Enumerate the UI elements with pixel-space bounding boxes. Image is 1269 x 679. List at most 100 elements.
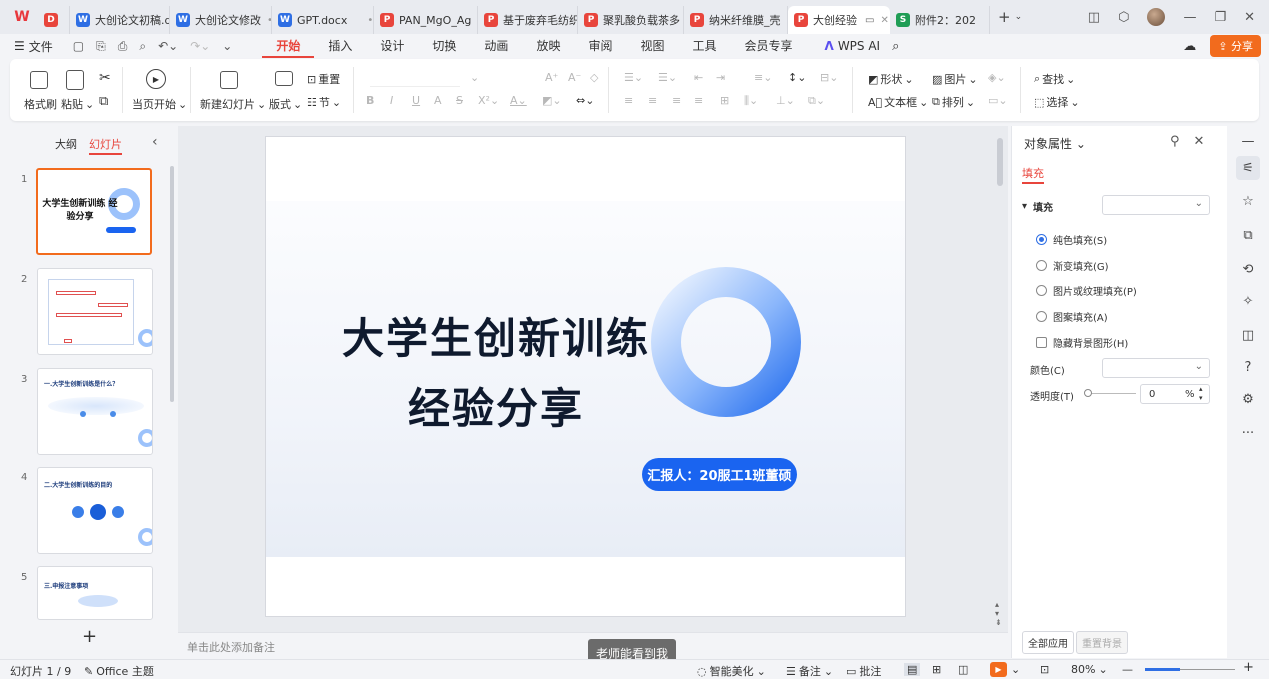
cut-icon[interactable]: ✂ xyxy=(99,70,111,86)
layout-button[interactable]: 版式 ⌄ xyxy=(269,96,302,112)
print-icon[interactable]: ⎙ xyxy=(118,39,128,54)
new-slide-button[interactable]: 新建幻灯片 ⌄ xyxy=(200,96,266,112)
cloud-sync-icon[interactable]: ☁ xyxy=(1183,39,1196,54)
smartart-icon[interactable]: ⧉⌄ xyxy=(808,94,825,108)
fill-type-dropdown[interactable]: ⌄ xyxy=(1102,195,1210,215)
restore-icon[interactable]: ❐ xyxy=(1214,10,1226,25)
vertical-align-icon[interactable]: ⊥⌄ xyxy=(776,94,795,107)
color-dropdown[interactable]: ⌄ xyxy=(1102,358,1210,378)
tab-fill[interactable]: 填充 xyxy=(1022,165,1044,184)
zoom-in-icon[interactable]: + xyxy=(1243,660,1254,675)
tab-doc-1[interactable]: W 大创论文修改 • xyxy=(170,6,272,34)
tab-doc-7-active[interactable]: P 大创经验 ▭ ✕ xyxy=(788,6,890,34)
highlight-icon[interactable]: ◩⌄ xyxy=(542,94,562,107)
textbox-button[interactable]: A⃞ 文本框 ⌄ xyxy=(868,94,928,110)
tab-close-icon[interactable]: ✕ xyxy=(880,15,888,26)
tab-screen-icon[interactable]: ▭ xyxy=(865,15,874,26)
qat-more-icon[interactable]: ⌄ xyxy=(222,39,232,54)
settings-icon[interactable]: ⚙ xyxy=(1239,390,1257,408)
fill-section-header[interactable]: ▾ 填充 xyxy=(1022,199,1053,214)
new-tab-icon[interactable]: + xyxy=(998,8,1011,26)
superscript-icon[interactable]: X²⌄ xyxy=(478,94,499,107)
slide-thumbnail-2[interactable] xyxy=(37,268,153,355)
slide-thumbnail-5[interactable]: 三.申报注意事项 xyxy=(37,566,153,620)
character-spacing-icon[interactable]: ⇔⌄ xyxy=(576,94,594,107)
canvas-scrollbar[interactable] xyxy=(997,138,1003,186)
transparency-spinbox[interactable]: 0 % ▴ ▾ xyxy=(1140,384,1210,404)
panel-title[interactable]: 对象属性 ⌄ xyxy=(1024,135,1086,152)
checkbox[interactable] xyxy=(1036,337,1047,348)
hide-background-checkbox[interactable]: 隐藏背景图形(H) xyxy=(1036,335,1128,350)
justify-icon[interactable]: ≡ xyxy=(694,94,703,107)
search-icon[interactable]: ⌕ xyxy=(892,39,899,54)
tab-insert[interactable]: 插入 xyxy=(314,34,366,58)
comment-icon[interactable]: ⧉ xyxy=(1239,226,1257,244)
line-spacing-icon[interactable]: ≡⌄ xyxy=(754,71,772,84)
bullets-icon[interactable]: ☰⌄ xyxy=(624,71,643,84)
play-from-current-button[interactable]: 当页开始 ⌄ xyxy=(132,96,187,112)
notes-placeholder[interactable]: 单击此处添加备注 xyxy=(187,639,275,655)
sort-icon[interactable]: ↕⌄ xyxy=(788,71,806,84)
columns-icon[interactable]: ⫼⌄ xyxy=(744,94,758,108)
tab-design[interactable]: 设计 xyxy=(366,34,418,58)
tab-list-chevron-icon[interactable]: ⌄ xyxy=(1015,12,1023,22)
tab-doc-5[interactable]: P 聚乳酸负载茶多 xyxy=(578,6,684,34)
close-window-icon[interactable]: ✕ xyxy=(1244,10,1255,25)
book-icon[interactable]: ◫ xyxy=(1239,326,1257,344)
comments-toggle[interactable]: ▭ 批注 xyxy=(846,663,881,679)
play-slideshow-icon[interactable]: ▶ xyxy=(990,662,1007,677)
slide-thumbnail-1[interactable]: 大学生创新训练 经验分享 xyxy=(36,168,152,255)
tab-member[interactable]: 会员专享 xyxy=(731,34,807,58)
arrange-button[interactable]: ⧉ 排列 ⌄ xyxy=(932,94,975,110)
pin-icon[interactable]: ⚲ xyxy=(1170,134,1180,149)
tab-slideshow[interactable]: 放映 xyxy=(522,34,574,58)
tab-doc-4[interactable]: P 基于废弃毛纺织 xyxy=(478,6,578,34)
print-preview-icon[interactable]: ⌕ xyxy=(139,39,146,54)
shape-outline-icon[interactable]: ▭⌄ xyxy=(988,94,1008,107)
add-slide-button[interactable]: + xyxy=(82,626,97,647)
fit-window-icon[interactable]: ⊡ xyxy=(1040,663,1049,676)
tab-doc-8[interactable]: S 附件2：202 xyxy=(890,6,990,34)
format-painter-button[interactable]: 格式刷 xyxy=(24,96,57,112)
smart-beautify-button[interactable]: ◌ 智能美化 ⌄ xyxy=(697,663,766,679)
more-icon[interactable]: ··· xyxy=(1239,424,1257,442)
radio-button[interactable] xyxy=(1036,260,1047,271)
slide-thumbnail-3[interactable]: 一.大学生创新训练是什么？ xyxy=(37,368,153,455)
tab-doc-0[interactable]: W 大创论文初稿.d xyxy=(70,6,170,34)
zoom-out-icon[interactable]: — xyxy=(1122,663,1133,676)
slide-title-line-2[interactable]: 经验分享 xyxy=(296,375,696,436)
find-button[interactable]: ⌕ 查找 ⌄ xyxy=(1034,71,1075,87)
grid-view-icon[interactable]: ⊞ xyxy=(932,663,941,676)
radio-button[interactable] xyxy=(1036,311,1047,322)
copy-icon[interactable]: ⧉ xyxy=(99,94,108,109)
normal-view-icon[interactable]: ▤ xyxy=(904,663,921,676)
collapse-icon[interactable]: — xyxy=(1239,132,1257,150)
radio-pattern-fill[interactable]: 图案填充(A) xyxy=(1036,309,1108,324)
apply-all-button[interactable]: 全部应用 xyxy=(1022,631,1074,654)
radio-picture-fill[interactable]: 图片或纹理填充(P) xyxy=(1036,283,1137,298)
undo-icon[interactable]: ↶⌄ xyxy=(158,39,178,54)
radio-gradient-fill[interactable]: 渐变填充(G) xyxy=(1036,258,1109,273)
properties-sliders-icon[interactable]: ⚟ xyxy=(1236,156,1260,180)
presenter-badge[interactable]: 汇报人：20服工1班董硕 xyxy=(642,458,797,491)
export-pdf-icon[interactable]: ⎘ xyxy=(96,39,106,54)
transparency-slider-track[interactable] xyxy=(1086,393,1136,394)
spin-arrows-icon[interactable]: ▴ ▾ xyxy=(1199,385,1203,403)
transparency-slider-knob[interactable] xyxy=(1084,389,1092,397)
clear-format-icon[interactable]: ◇ xyxy=(590,71,598,84)
tab-slides[interactable]: 幻灯片 xyxy=(89,136,122,155)
collapse-panel-icon[interactable]: ‹ xyxy=(152,134,158,150)
notes-pane[interactable]: 单击此处添加备注 老师能看到我 xyxy=(178,632,1008,668)
font-name-select[interactable] xyxy=(370,73,460,87)
save-icon[interactable]: ▢ xyxy=(73,39,84,54)
tab-transitions[interactable]: 切换 xyxy=(418,34,470,58)
section-button[interactable]: ☷ 节 ⌄ xyxy=(307,94,341,110)
tab-doc-3[interactable]: P PAN_MgO_Ag xyxy=(374,6,478,34)
shadow-icon[interactable]: A xyxy=(434,94,442,107)
font-increase-icon[interactable]: A⁺ xyxy=(545,71,558,84)
cube-icon[interactable]: ⬡ xyxy=(1118,10,1129,25)
theme-indicator[interactable]: ✎ Office 主题 xyxy=(84,663,154,679)
tab-animations[interactable]: 动画 xyxy=(470,34,522,58)
wps-home-tab[interactable]: D xyxy=(36,6,70,34)
tab-review[interactable]: 审阅 xyxy=(574,34,626,58)
